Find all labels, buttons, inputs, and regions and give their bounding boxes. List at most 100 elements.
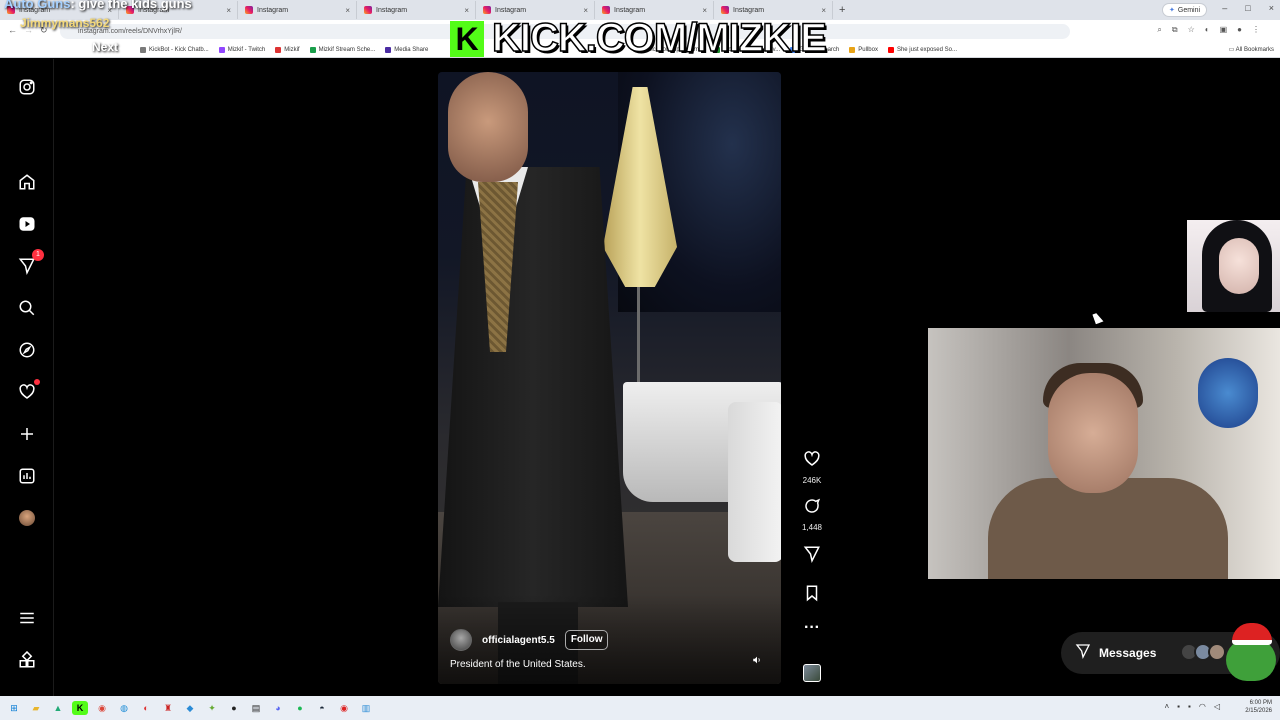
share-icon[interactable] (800, 545, 824, 568)
bookmark-item[interactable]: Mizkif - Twitch (218, 46, 265, 53)
steam-icon[interactable]: ◓ (314, 701, 330, 715)
more-options-icon[interactable]: ··· (800, 620, 824, 636)
edge-icon[interactable]: ◍ (116, 701, 132, 715)
bookmark-label: She just exposed So... (896, 46, 957, 53)
volume-icon[interactable]: ◁ (1214, 702, 1220, 711)
back-icon[interactable]: ← (8, 25, 17, 35)
discord-icon[interactable]: ◕ (270, 701, 286, 715)
notifications-icon[interactable] (16, 379, 40, 403)
close-window-icon[interactable]: × (1269, 3, 1274, 13)
bookmark-favicon-icon (849, 46, 856, 53)
messages-badge: 1 (32, 249, 44, 261)
kick-app-icon[interactable]: K (72, 701, 88, 715)
taskbar-clock[interactable]: 6:00 PM 2/15/2026 (1245, 699, 1272, 715)
tray-app-icon[interactable]: ▪ (1188, 702, 1191, 711)
explore-icon[interactable] (16, 339, 38, 361)
kick-logo-icon: K (450, 20, 484, 57)
install-icon[interactable]: ⧉ (1172, 25, 1178, 35)
app-icon[interactable]: ▲ (50, 701, 66, 715)
wifi-icon[interactable]: ◠ (1199, 702, 1206, 711)
tray-app-icon[interactable]: ▪ (1177, 702, 1180, 711)
save-bookmark-icon[interactable] (800, 584, 824, 607)
audio-thumbnail[interactable] (803, 664, 821, 682)
bookmark-favicon-icon (140, 46, 146, 53)
notepad-icon[interactable]: ▥ (358, 701, 374, 715)
extension-icon[interactable]: ◐ (1205, 25, 1210, 35)
zoom-icon[interactable]: ⌕ (1157, 25, 1161, 35)
tray-chevron-icon[interactable]: ˄ (1165, 702, 1170, 711)
close-tab-icon[interactable]: × (821, 6, 826, 15)
close-tab-icon[interactable]: × (583, 6, 588, 15)
close-tab-icon[interactable]: × (464, 6, 469, 15)
bookmark-item[interactable]: KickBot - Kick Chatb... (140, 46, 209, 53)
chrome-icon[interactable]: ◉ (94, 701, 110, 715)
file-explorer-icon[interactable]: ▰ (28, 701, 44, 715)
chat-message: : give the kids guns (70, 0, 192, 11)
author-avatar[interactable] (450, 629, 472, 651)
app-icon[interactable]: ◐ (138, 701, 154, 715)
windows-start-icon[interactable]: ⊞ (6, 701, 22, 715)
instagram-logo-icon[interactable] (16, 76, 38, 98)
minimize-icon[interactable]: – (1222, 3, 1227, 13)
close-tab-icon[interactable]: × (226, 6, 231, 15)
kick-url: KICK.COM/MIZKIE (491, 15, 827, 61)
streamer-sweater (988, 478, 1228, 579)
dashboard-icon[interactable] (16, 465, 38, 487)
santa-hat (1232, 623, 1272, 645)
all-bookmarks-button[interactable]: ▭ All Bookmarks (1229, 46, 1274, 53)
profile-avatar[interactable] (19, 510, 35, 526)
patio-chair (728, 402, 781, 562)
tab-title: Instagram (614, 6, 646, 14)
spotify-icon[interactable]: ● (292, 701, 308, 715)
bookmark-item[interactable]: She just exposed So... (887, 46, 957, 53)
window-controls: – □ × (1222, 3, 1274, 13)
tab-title: Instagram (376, 6, 408, 14)
gemini-button[interactable]: ✦ Gemini (1162, 3, 1208, 17)
kebab-menu-icon[interactable]: ⋮ (1252, 25, 1260, 35)
maximize-icon[interactable]: □ (1245, 3, 1250, 13)
obs-icon[interactable]: ● (226, 701, 242, 715)
extensions-puzzle-icon[interactable]: ▣ (1220, 25, 1228, 35)
app-icon[interactable]: ◉ (336, 701, 352, 715)
instagram-favicon-icon (602, 6, 610, 14)
home-icon[interactable] (16, 171, 38, 193)
bookmark-label: Mizkif (284, 46, 300, 53)
profile-icon[interactable]: ● (1237, 25, 1242, 35)
man-in-suit (438, 72, 638, 684)
browser-tab[interactable]: Instagram × (239, 1, 357, 19)
search-icon[interactable] (16, 297, 38, 319)
messages-avatars (1180, 643, 1226, 661)
author-username[interactable]: officialagent5.5 (482, 635, 555, 646)
comment-bubble-icon[interactable] (803, 498, 821, 519)
menu-icon[interactable] (16, 607, 38, 629)
bookmark-item[interactable]: Pullbox (849, 46, 878, 53)
guest-webcam (1187, 220, 1280, 312)
create-icon[interactable] (16, 423, 38, 445)
next-overlay: Next (92, 40, 119, 54)
more-apps-icon[interactable] (16, 649, 38, 671)
suit-jacket (438, 167, 628, 607)
app-icon[interactable]: ♜ (160, 701, 176, 715)
bookmark-item[interactable]: Media Share (385, 46, 428, 53)
new-tab-button[interactable]: + (839, 4, 845, 16)
bookmark-label: KickBot - Kick Chatb... (149, 46, 209, 53)
bookmark-item[interactable]: Mizkif Stream Sche... (309, 46, 375, 53)
close-tab-icon[interactable]: × (702, 6, 707, 15)
terminal-icon[interactable]: ▤ (248, 701, 264, 715)
instagram-sidebar: 1 (0, 59, 54, 696)
bookmark-star-icon[interactable]: ☆ (1188, 25, 1195, 35)
audio-icon[interactable] (752, 655, 762, 667)
close-tab-icon[interactable]: × (345, 6, 350, 15)
app-icon[interactable]: ✦ (204, 701, 220, 715)
messages-icon[interactable]: 1 (16, 249, 44, 277)
windows-taskbar: ⊞ ▰ ▲ K ◉ ◍ ◐ ♜ ◆ ✦ ● ▤ ◕ ● ◓ ◉ ▥ (0, 696, 1280, 720)
balloon-decoration (1198, 358, 1258, 428)
like-heart-icon[interactable] (803, 451, 821, 472)
app-icon[interactable]: ◆ (182, 701, 198, 715)
follow-button[interactable]: Follow (564, 630, 609, 650)
man-head (448, 72, 528, 182)
bookmark-item[interactable]: Mizkif (275, 46, 300, 53)
reel-video[interactable]: officialagent5.5 Follow President of the… (438, 72, 781, 684)
instagram-favicon-icon (245, 6, 253, 14)
reels-icon[interactable] (16, 213, 38, 235)
